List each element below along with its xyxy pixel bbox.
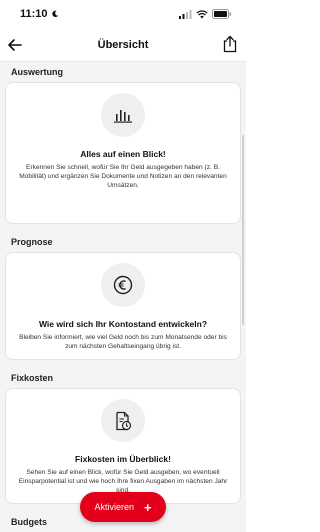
overview-content[interactable]: Auswertung Alles auf einen Blick! Erkenn… xyxy=(0,62,246,532)
section-header-prognose: Prognose xyxy=(11,237,53,247)
scrollbar[interactable] xyxy=(242,135,244,325)
card-prognose[interactable]: Wie wird sich Ihr Kontostand entwickeln?… xyxy=(5,252,241,360)
moon-icon xyxy=(51,10,58,18)
card-auswertung[interactable]: Alles auf einen Blick! Erkennen Sie schn… xyxy=(5,82,241,224)
card-description: Bleiben Sie informiert, wie viel Geld no… xyxy=(19,334,227,350)
section-header-fixkosten: Fixkosten xyxy=(11,373,54,383)
card-title: Wie wird sich Ihr Kontostand entwickeln? xyxy=(38,319,208,329)
fixed-cost-document-icon xyxy=(116,411,132,430)
signal-icon xyxy=(179,9,192,19)
icon-circle xyxy=(101,263,145,307)
back-arrow-icon[interactable] xyxy=(6,36,24,54)
card-fixkosten[interactable]: Fixkosten im Überblick! Sehen Sie auf ei… xyxy=(5,388,241,504)
card-title: Fixkosten im Überblick! xyxy=(75,454,171,464)
card-description: Erkennen Sie schnell, wofür Sie Ihr Geld… xyxy=(19,164,227,189)
plus-icon: + xyxy=(143,499,152,515)
icon-circle xyxy=(101,399,145,442)
wifi-icon xyxy=(196,9,208,18)
status-icons xyxy=(179,9,232,19)
battery-icon xyxy=(212,9,232,19)
navigation-bar: Übersicht xyxy=(0,28,246,62)
card-description: Sehen Sie auf einen Blick, wofür Sie Gel… xyxy=(18,469,228,494)
time-label: 11:10 xyxy=(20,8,48,20)
share-icon[interactable] xyxy=(222,35,238,53)
bar-chart-icon xyxy=(114,110,132,123)
card-title: Alles auf einen Blick! xyxy=(80,149,166,159)
euro-icon xyxy=(113,275,133,295)
activate-button-label: Aktivieren xyxy=(94,502,134,512)
section-header-auswertung: Auswertung xyxy=(11,67,64,77)
page-title: Übersicht xyxy=(97,38,149,51)
icon-circle xyxy=(101,93,145,137)
activate-button[interactable]: Aktivieren + xyxy=(80,492,166,522)
status-time: 11:10 xyxy=(20,8,59,20)
status-bar: 11:10 xyxy=(0,0,246,28)
